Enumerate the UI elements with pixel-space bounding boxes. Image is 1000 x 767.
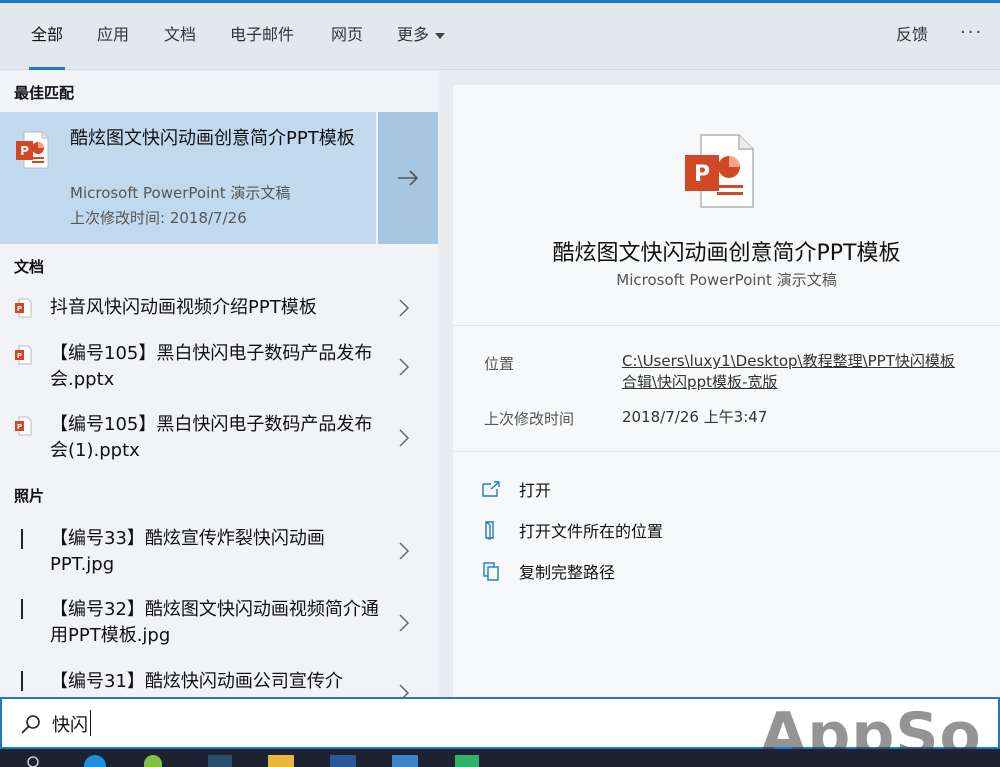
preview-type: Microsoft PowerPoint 演示文稿: [616, 271, 837, 289]
list-item-label: 【编号33】酷炫宣传炸裂快闪动画PPT.jpg: [50, 528, 325, 575]
svg-text:P: P: [17, 352, 22, 360]
copy-full-path-label: 复制完整路径: [519, 563, 616, 582]
svg-text:P: P: [17, 305, 22, 313]
folder-icon[interactable]: [268, 755, 294, 767]
powerpoint-file-icon: P: [685, 134, 754, 208]
location-label: 位置: [484, 355, 515, 373]
chevron-right-icon: [399, 358, 410, 376]
text-cursor: [90, 710, 91, 736]
tab-documents[interactable]: 文档: [164, 3, 196, 70]
image-file-icon: [21, 599, 23, 619]
tab-all[interactable]: 全部: [28, 3, 66, 70]
powerpoint-icon: P: [15, 416, 32, 436]
browser-icon[interactable]: [84, 755, 106, 767]
section-title-photos: 照片: [14, 487, 45, 505]
tab-email[interactable]: 电子邮件: [230, 3, 294, 70]
open-icon: [482, 481, 500, 497]
open-action[interactable]: 打开: [481, 477, 551, 501]
list-item[interactable]: 【编号32】酷炫图文快闪动画视频简介通用PPT模板.jpg: [0, 595, 438, 651]
divider: [453, 325, 1000, 326]
list-item[interactable]: P 【编号105】黑白快闪电子数码产品发布会(1).pptx: [0, 410, 438, 466]
chevron-right-icon: [399, 684, 410, 697]
list-item[interactable]: 【编号33】酷炫宣传炸裂快闪动画PPT.jpg: [0, 524, 438, 580]
arrow-right-icon: [398, 170, 419, 186]
open-action-label: 打开: [519, 481, 552, 500]
search-input[interactable]: 快闪: [52, 711, 88, 737]
more-options-button[interactable]: ···: [960, 3, 983, 70]
app-icon[interactable]: [144, 755, 162, 767]
tab-web[interactable]: 网页: [331, 3, 363, 70]
list-item[interactable]: P 抖音风快闪动画视频介绍PPT模板: [0, 293, 438, 323]
best-match-modified: 上次修改时间: 2018/7/26: [70, 209, 247, 227]
chevron-right-icon: [399, 429, 410, 447]
svg-text:P: P: [694, 162, 710, 187]
open-file-location-label: 打开文件所在的位置: [519, 522, 664, 541]
open-preview-button[interactable]: [378, 112, 438, 244]
copy-full-path-action[interactable]: 复制完整路径: [481, 559, 615, 583]
list-item-label: 抖音风快闪动画视频介绍PPT模板: [50, 297, 317, 318]
list-item-label: 【编号105】黑白快闪电子数码产品发布会(1).pptx: [50, 414, 373, 461]
search-icon: [21, 715, 40, 734]
powerpoint-icon: P: [15, 298, 32, 318]
preview-title: 酷炫图文快闪动画创意简介PPT模板: [552, 241, 901, 266]
taskbar: [0, 749, 1000, 767]
powerpoint-icon: P: [16, 131, 49, 169]
modified-value: 2018/7/26 上午3:47: [622, 408, 768, 426]
svg-text:P: P: [20, 144, 29, 158]
best-match-title: 酷炫图文快闪动画创意简介PPT模板: [70, 128, 355, 149]
powerpoint-icon: P: [15, 345, 32, 365]
best-match-type: Microsoft PowerPoint 演示文稿: [70, 184, 291, 202]
search-icon[interactable]: [26, 755, 40, 767]
feedback-button[interactable]: 反馈: [896, 3, 928, 70]
app-icon[interactable]: [392, 755, 418, 767]
image-file-icon: [21, 529, 23, 549]
list-item[interactable]: P 【编号105】黑白快闪电子数码产品发布会.pptx: [0, 339, 438, 395]
word-icon[interactable]: [330, 755, 356, 767]
tab-more[interactable]: 更多: [397, 3, 446, 70]
app-icon[interactable]: [208, 755, 232, 767]
copy-icon: [483, 562, 499, 581]
list-item-label: 【编号32】酷炫图文快闪动画视频简介通用PPT模板.jpg: [50, 599, 379, 646]
chevron-right-icon: [399, 614, 410, 632]
list-item[interactable]: 【编号31】酷炫快闪动画公司宣传介: [0, 667, 438, 697]
folder-location-icon: [485, 521, 494, 540]
search-header: 全部 应用 文档 电子邮件 网页 更多 反馈 ···: [0, 3, 1000, 70]
open-file-location-action[interactable]: 打开文件所在的位置: [481, 518, 663, 542]
chevron-right-icon: [399, 299, 410, 317]
svg-text:P: P: [17, 423, 22, 431]
modified-label: 上次修改时间: [484, 410, 575, 428]
section-title-documents: 文档: [14, 258, 45, 276]
app-icon[interactable]: [455, 755, 479, 767]
section-title-best-match: 最佳匹配: [14, 84, 75, 102]
tab-apps[interactable]: 应用: [97, 3, 129, 70]
list-item-label: 【编号31】酷炫快闪动画公司宣传介: [50, 671, 343, 692]
results-pane: 最佳匹配 P 酷炫图文快闪动画创意简介PPT模板 Microsoft Power…: [0, 71, 438, 697]
list-item-label: 【编号105】黑白快闪电子数码产品发布会.pptx: [50, 343, 373, 390]
divider: [453, 451, 1000, 452]
location-link[interactable]: C:\Users\luxy1\Desktop\教程整理\PPT快闪模板合辑\快闪…: [622, 351, 962, 393]
chevron-right-icon: [399, 542, 410, 560]
best-match-item[interactable]: P 酷炫图文快闪动画创意简介PPT模板 Microsoft PowerPoint…: [0, 112, 376, 244]
preview-pane: P 酷炫图文快闪动画创意简介PPT模板 Microsoft PowerPoint…: [453, 85, 1000, 697]
chevron-down-icon: [435, 32, 446, 39]
image-file-icon: [21, 671, 23, 691]
